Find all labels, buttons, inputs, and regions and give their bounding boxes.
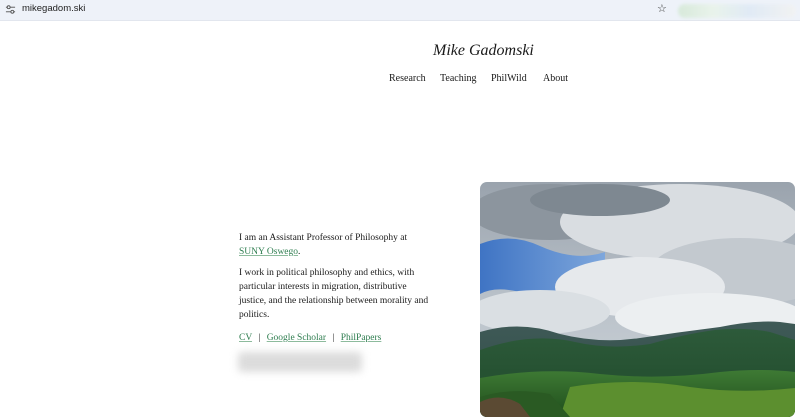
- intro-text: I am an Assistant Professor of Philosoph…: [239, 231, 429, 329]
- nav-research[interactable]: Research: [389, 73, 426, 84]
- blurred-content: [238, 352, 362, 372]
- browser-toolbar: mikegadom.ski ☆: [0, 0, 800, 21]
- intro-paragraph-2: I work in political philosophy and ethic…: [239, 268, 429, 320]
- link-separator: |: [332, 333, 335, 343]
- link-separator: |: [258, 333, 261, 343]
- nav-philwild[interactable]: PhilWild: [491, 73, 527, 84]
- landscape-photo: [480, 182, 795, 417]
- extensions-area: [678, 4, 796, 18]
- google-scholar-link[interactable]: Google Scholar: [267, 333, 326, 343]
- cv-link[interactable]: CV: [239, 333, 252, 343]
- star-icon[interactable]: ☆: [657, 2, 667, 16]
- intro-paragraph-1: I am an Assistant Professor of Philosoph…: [239, 231, 429, 259]
- intro-line1-suffix: .: [298, 247, 301, 257]
- nav-teaching[interactable]: Teaching: [440, 73, 477, 84]
- suny-oswego-link[interactable]: SUNY Oswego: [239, 247, 298, 257]
- intro-line1-prefix: I am an Assistant Professor of Philosoph…: [239, 233, 408, 243]
- tune-icon[interactable]: [5, 4, 16, 15]
- nav-about[interactable]: About: [543, 73, 568, 84]
- site-title[interactable]: Mike Gadomski: [433, 42, 534, 60]
- philpapers-link[interactable]: PhilPapers: [341, 333, 382, 343]
- address-bar-url[interactable]: mikegadom.ski: [22, 3, 85, 14]
- profile-links: CV | Google Scholar | PhilPapers: [239, 333, 381, 343]
- landscape-photo-svg: [480, 182, 795, 417]
